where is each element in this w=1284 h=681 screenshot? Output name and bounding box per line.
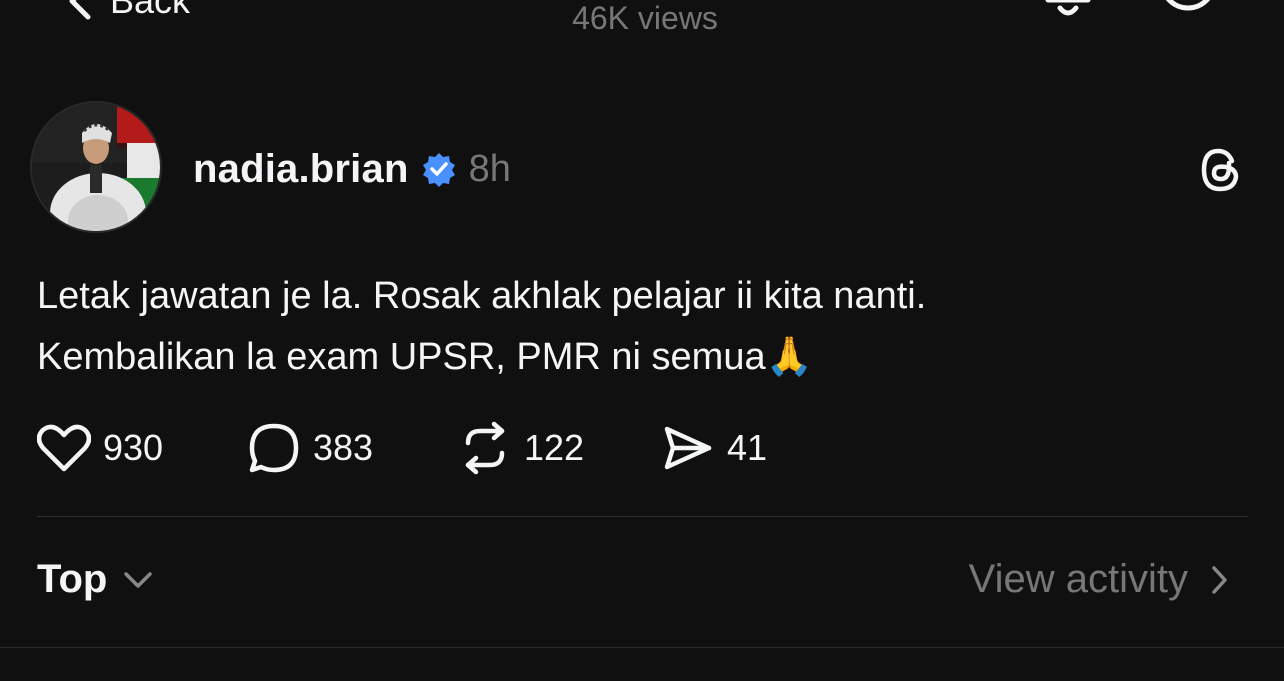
avatar[interactable]	[30, 101, 162, 233]
heart-icon	[37, 424, 91, 472]
repost-button[interactable]: 122	[458, 420, 584, 476]
chevron-down-icon	[124, 571, 153, 588]
like-count: 930	[103, 427, 164, 468]
post-time: 8h	[468, 147, 511, 190]
sort-dropdown[interactable]: Top	[37, 557, 153, 602]
thread-post-page: Back 46K views nadia.brian 8h Letak jawa…	[0, 0, 1284, 681]
view-activity-label: View activity	[968, 557, 1188, 601]
threads-logo-icon[interactable]	[1196, 145, 1244, 195]
reply-count: 383	[313, 427, 374, 468]
repost-icon	[465, 421, 505, 475]
bell-icon[interactable]	[1038, 0, 1098, 20]
circle-more-icon[interactable]	[1156, 0, 1220, 24]
post-text-line: Kembalikan la exam UPSR, PMR ni semua🙏	[37, 327, 1257, 388]
share-count: 41	[727, 427, 768, 468]
top-bar: Back 46K views	[0, 0, 1284, 50]
send-icon	[664, 426, 712, 470]
divider	[0, 647, 1284, 648]
avatar-image	[32, 103, 160, 231]
share-button[interactable]: 41	[661, 420, 767, 476]
comment-icon	[249, 423, 299, 473]
repost-count: 122	[524, 427, 585, 468]
chevron-right-icon	[1212, 565, 1227, 594]
view-activity-link[interactable]: View activity	[969, 557, 1228, 602]
divider	[37, 516, 1248, 517]
folded-hands-emoji: 🙏	[765, 336, 813, 378]
post-body: Letak jawatan je la. Rosak akhlak pelaja…	[37, 266, 1257, 388]
verified-badge-icon	[422, 153, 455, 187]
username[interactable]: nadia.brian	[193, 147, 409, 192]
post-header: nadia.brian 8h	[193, 144, 511, 194]
sort-label: Top	[37, 557, 108, 601]
reply-button[interactable]: 383	[247, 420, 373, 476]
post-text-line-content: Kembalikan la exam UPSR, PMR ni semua	[37, 336, 766, 378]
like-button[interactable]: 930	[37, 420, 163, 476]
post-text-line: Letak jawatan je la. Rosak akhlak pelaja…	[37, 275, 927, 317]
